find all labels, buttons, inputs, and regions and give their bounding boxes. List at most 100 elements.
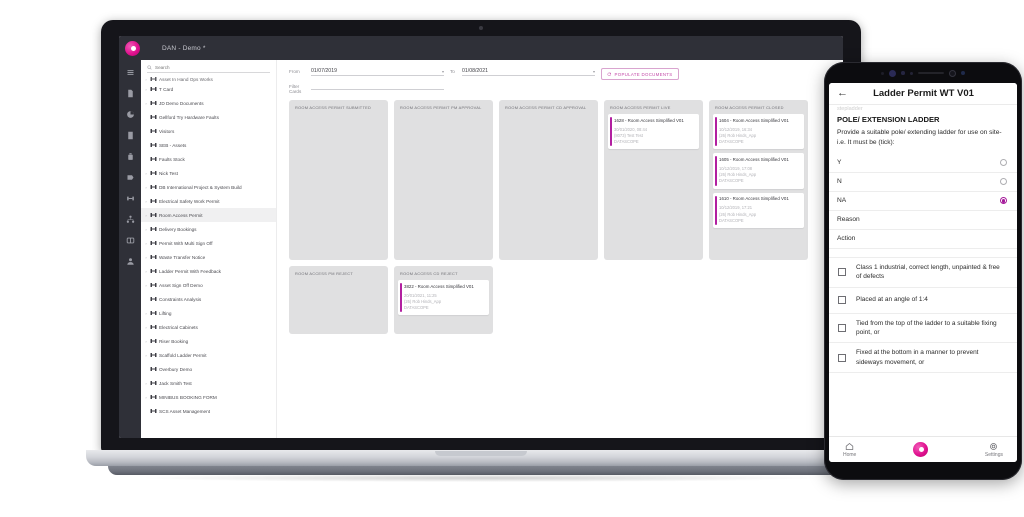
tree-item[interactable]: › Electrical Cabinets [141,320,276,334]
kanban-card[interactable]: 1605 - Room Access Simplified V01 10/12/2… [713,153,804,189]
chevron-right-icon[interactable]: › [144,77,148,82]
pie-chart-icon[interactable] [124,108,136,120]
tree-item[interactable]: Faults Stock [141,152,276,166]
radio-button[interactable] [1000,197,1007,205]
form-field-action[interactable]: Action [829,230,1017,249]
radio-option-row[interactable]: Y [829,154,1017,173]
kanban-column[interactable]: ROOM ACCESS PERMIT CD APPROVAL [499,100,598,260]
tree-item[interactable]: › Jack Smith Test [141,376,276,390]
from-date-field[interactable]: 01/07/2019 ▾ [311,68,444,76]
tree-item[interactable]: › JD Demo Documents [141,96,276,110]
node-icon [150,296,157,302]
chevron-right-icon[interactable]: › [144,227,148,232]
document-icon[interactable] [124,87,136,99]
chevron-right-icon[interactable]: › [144,311,148,316]
chevron-right-icon[interactable]: › [144,283,148,288]
checkbox-row[interactable]: Class 1 industrial, correct length, unpa… [829,258,1017,288]
to-date-field[interactable]: 01/08/2021 ▾ [462,68,595,76]
bin-icon[interactable] [124,150,136,162]
chevron-right-icon[interactable]: › [144,339,148,344]
checkbox[interactable] [838,296,846,305]
tree-item[interactable]: › Ladder Permit With Feedback [141,264,276,278]
chevron-right-icon[interactable]: › [144,353,148,358]
filter-cards-input[interactable] [311,83,444,90]
chevron-right-icon[interactable]: › [144,395,148,400]
kanban-column[interactable]: ROOM ACCESS CD REJECT 3822 - Room Access … [394,266,493,334]
checkbox[interactable] [838,268,846,277]
phone-form-body[interactable]: stepladder POLE/ EXTENSION LADDER Provid… [829,105,1017,436]
kanban-card[interactable]: 1610 - Room Access Simplified V01 10/12/2… [713,192,804,228]
chevron-right-icon[interactable]: › [144,213,148,218]
kanban-card[interactable]: 1628 - Room Access Simplified V01 30/01/2… [608,114,699,150]
tree-item[interactable]: › Nick Test [141,166,276,180]
nav-item-home[interactable]: Home [843,442,856,458]
checkbox-row[interactable]: Fixed at the bottom in a manner to preve… [829,343,1017,374]
tag-icon[interactable] [124,171,136,183]
checkbox[interactable] [838,353,846,362]
kanban-column[interactable]: ROOM ACCESS PERMIT PM APPROVAL [394,100,493,260]
kanban-column[interactable]: ROOM ACCESS PERMIT CLOSED 1604 - Room Acc… [709,100,808,260]
tree-item[interactable]: › DB International Project & System Build [141,180,276,194]
chevron-right-icon[interactable]: › [144,185,148,190]
tree-item[interactable]: › Delivery Bookings [141,222,276,236]
checkbox[interactable] [838,324,846,333]
node-icon [150,240,157,246]
tree-item[interactable]: Gellford Try Hardware Faults [141,110,276,124]
tree-item[interactable]: › Riser Booking [141,334,276,348]
radio-option-row[interactable]: NA [829,192,1017,211]
back-arrow-icon[interactable]: ← [837,88,848,99]
tree-item[interactable]: Overbury Demo [141,362,276,376]
hierarchy-icon[interactable] [124,213,136,225]
radio-button[interactable] [1000,178,1007,186]
board-icon[interactable] [124,234,136,246]
search-box[interactable] [147,65,270,73]
tree-item[interactable]: › Scaffold Ladder Permit [141,348,276,362]
tree-item[interactable]: › Room Access Permit [141,208,276,222]
node-icon [150,352,157,358]
search-input[interactable] [155,65,270,70]
tree-item[interactable]: › MINIBUS BOOKING FORM [141,390,276,404]
datascope-logo-icon[interactable] [913,442,929,457]
tree-item[interactable]: Visitors [141,124,276,138]
tree-item[interactable]: › Lifting [141,306,276,320]
text-field-group: Reason Action [829,211,1017,249]
chevron-right-icon[interactable]: › [144,269,148,274]
tree-item[interactable]: › Permit With Multi Sign Off [141,236,276,250]
tree-item[interactable]: › Asset Sign Off Demo [141,278,276,292]
tree-item[interactable]: Constraints Analysis [141,292,276,306]
radio-option-row[interactable]: N [829,173,1017,192]
tree-item[interactable]: › Asset In Hand Ops Works [141,76,276,82]
chevron-right-icon[interactable]: › [144,171,148,176]
kanban-column[interactable]: ROOM ACCESS PERMIT LIVE 1628 - Room Acces… [604,100,703,260]
chevron-right-icon[interactable]: › [144,381,148,386]
filter-bar: From 01/07/2019 ▾ Filter Cards To 01/08/… [277,60,843,96]
checkbox-row[interactable]: Tied from the top of the ladder to a sui… [829,314,1017,344]
user-icon[interactable] [124,255,136,267]
tree-item[interactable]: › Waste Transfer Notice [141,250,276,264]
filter-cards-label: Filter Cards [289,84,302,94]
tree-item[interactable]: SCS Asset Management [141,404,276,418]
chevron-right-icon[interactable]: › [144,325,148,330]
sensor-icon [909,71,913,75]
link-icon[interactable] [124,192,136,204]
datascope-logo-icon[interactable] [125,40,140,56]
chevron-right-icon[interactable]: › [144,87,148,92]
checkbox-row[interactable]: Placed at an angle of 1:4 [829,288,1017,314]
kanban-column[interactable]: ROOM ACCESS PM REJECT [289,266,388,334]
kanban-card[interactable]: 1604 - Room Access Simplified V01 10/12/2… [713,114,804,150]
kanban-column[interactable]: ROOM ACCESS PERMIT SUBMITTED [289,100,388,260]
tree-item[interactable]: SEB - Assets [141,138,276,152]
chevron-right-icon[interactable]: › [144,199,148,204]
kanban-card[interactable]: 3822 - Room Access Simplified V01 20/01/2… [398,280,489,316]
chevron-right-icon[interactable]: › [144,255,148,260]
form-field-reason[interactable]: Reason [829,211,1017,230]
menu-icon[interactable] [124,66,136,78]
chevron-right-icon[interactable]: › [144,241,148,246]
nav-item-settings[interactable]: Settings [985,442,1003,458]
file-icon[interactable] [124,129,136,141]
tree-item[interactable]: › Electrical Safety Work Permit [141,194,276,208]
populate-documents-button[interactable]: POPULATE DOCUMENTS [601,68,679,80]
tree-item[interactable]: › T Card [141,82,276,96]
chevron-right-icon[interactable]: › [144,101,148,106]
radio-button[interactable] [1000,159,1007,167]
